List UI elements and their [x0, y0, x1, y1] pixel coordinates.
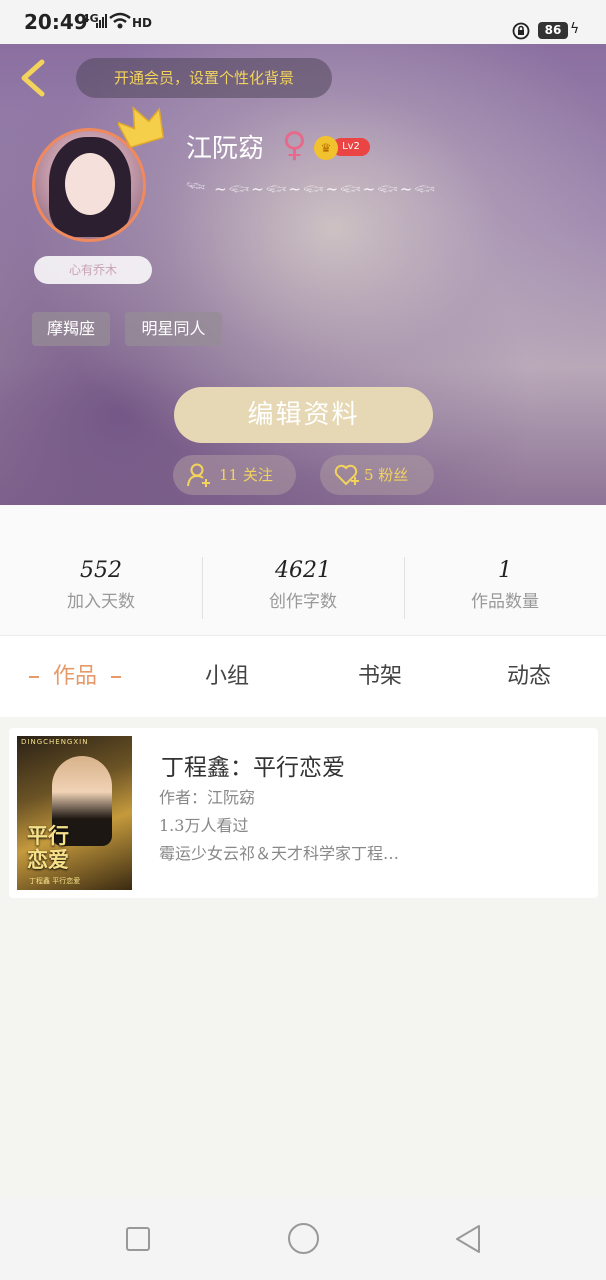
- fish-decoration: 𓆝 ~𓆟~𓆟~𓆟~𓆟~𓆟~𓆟: [186, 180, 437, 198]
- signal-icon: [96, 14, 107, 28]
- charging-icon: ϟ: [570, 21, 580, 37]
- cover-title: 平行 恋爱: [27, 824, 69, 872]
- rotation-lock-icon: [512, 22, 530, 40]
- cover-title-line2: 恋爱: [27, 847, 69, 872]
- stat-word-count: 4621 创作字数: [202, 555, 404, 623]
- work-cover[interactable]: DINGCHENGXIN 平行 恋爱 丁程鑫 平行恋爱: [17, 736, 132, 890]
- tab-groups[interactable]: 小组: [172, 636, 282, 718]
- tag-category[interactable]: 明星同人: [125, 312, 222, 346]
- level-crown-icon: ♛: [314, 136, 338, 160]
- stat-join-days: 552 加入天数: [0, 555, 202, 623]
- following-count: 11 关注: [219, 466, 273, 484]
- work-views: 1.3万人看过: [159, 816, 249, 835]
- stat-label: 创作字数: [269, 592, 337, 612]
- tab-feed[interactable]: 动态: [474, 636, 584, 718]
- username: 江阮窈: [186, 134, 265, 164]
- fans-button[interactable]: 5 粉丝: [320, 455, 434, 495]
- tab-works[interactable]: 作品: [10, 636, 140, 718]
- crown-icon: [118, 106, 165, 148]
- stat-value: 4621: [275, 558, 331, 583]
- system-nav-bar: [0, 1197, 606, 1280]
- stats-bar: 552 加入天数 4621 创作字数 1 作品数量: [0, 505, 606, 635]
- recents-button[interactable]: [126, 1227, 150, 1251]
- stat-value: 552: [80, 558, 122, 583]
- following-button[interactable]: 11 关注: [173, 455, 296, 495]
- tab-bookshelf[interactable]: 书架: [325, 636, 435, 718]
- stat-value: 1: [498, 558, 512, 583]
- back-nav-button[interactable]: [454, 1223, 482, 1255]
- stat-works-count: 1 作品数量: [404, 555, 606, 623]
- wifi-icon: [109, 12, 131, 29]
- user-plus-icon: [187, 463, 210, 487]
- female-icon: ♀: [282, 125, 307, 165]
- battery-indicator: 86: [538, 22, 568, 39]
- stat-label: 作品数量: [471, 592, 539, 612]
- heart-plus-icon: [334, 464, 359, 486]
- work-title[interactable]: 丁程鑫：平行恋爱: [161, 748, 345, 782]
- level-badge: Lv2 ♛: [314, 136, 370, 160]
- avatar-face: [65, 153, 115, 215]
- stat-label: 加入天数: [67, 592, 135, 612]
- signature-pill: 心有乔木: [34, 256, 152, 284]
- profile-tabs: 作品 小组 书架 动态: [0, 635, 606, 717]
- work-description: 霉运少女云祁＆天才科学家丁程…: [159, 844, 400, 863]
- tag-zodiac[interactable]: 摩羯座: [32, 312, 110, 346]
- fans-count: 5 粉丝: [364, 466, 409, 484]
- edit-profile-button[interactable]: 编辑资料: [174, 387, 433, 443]
- profile-header: 开通会员，设置个性化背景 心有乔木 江阮窈 ♀ Lv2 ♛ 𓆝 ~𓆟~𓆟~𓆟~𓆟…: [0, 44, 606, 505]
- work-author: 作者：江阮窈: [159, 788, 256, 807]
- work-card[interactable]: DINGCHENGXIN 平行 恋爱 丁程鑫 平行恋爱 丁程鑫：平行恋爱 作者：…: [9, 728, 598, 898]
- tab-works-label: 作品: [52, 664, 97, 689]
- hd-indicator: HD: [132, 16, 153, 30]
- cover-bottom-text: 丁程鑫 平行恋爱: [29, 877, 81, 885]
- cover-title-line1: 平行: [27, 823, 69, 848]
- works-list: DINGCHENGXIN 平行 恋爱 丁程鑫 平行恋爱 丁程鑫：平行恋爱 作者：…: [0, 717, 606, 1197]
- back-button[interactable]: [16, 58, 50, 98]
- tab-indicator-left: [28, 676, 39, 678]
- status-bar: 20:49 4G HD 86 ϟ: [0, 0, 606, 44]
- cover-top-text: DINGCHENGXIN: [21, 738, 89, 746]
- home-button[interactable]: [288, 1223, 319, 1254]
- tab-indicator-right: [111, 676, 121, 678]
- status-time: 20:49: [24, 10, 88, 34]
- vip-banner[interactable]: 开通会员，设置个性化背景: [76, 58, 332, 98]
